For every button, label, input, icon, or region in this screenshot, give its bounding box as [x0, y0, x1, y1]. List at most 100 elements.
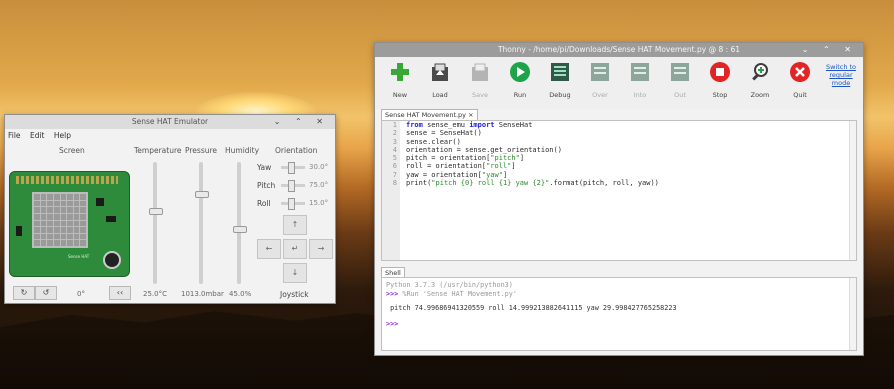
flip-button[interactable]: ‹‹ — [109, 286, 131, 300]
window-controls[interactable]: ⌄ ⌃ ✕ — [274, 115, 329, 129]
shell-panel[interactable]: Python 3.7.3 (/usr/bin/python3) >>> %Run… — [381, 277, 857, 351]
led-pixel[interactable] — [53, 213, 60, 220]
step-into-button[interactable]: Into — [621, 61, 659, 99]
led-pixel[interactable] — [80, 194, 86, 200]
led-pixel[interactable] — [80, 227, 86, 233]
roll-slider[interactable] — [281, 198, 305, 210]
led-pixel[interactable] — [47, 233, 53, 240]
led-pixel[interactable] — [60, 227, 67, 233]
rotate-cw-button[interactable]: ↺ — [35, 286, 57, 300]
joystick-right-button[interactable]: → — [309, 239, 333, 259]
led-pixel[interactable] — [73, 233, 80, 240]
led-pixel[interactable] — [47, 213, 53, 220]
led-pixel[interactable] — [47, 240, 53, 246]
led-pixel[interactable] — [80, 213, 86, 220]
pressure-slider[interactable] — [195, 162, 209, 284]
led-pixel[interactable] — [67, 220, 73, 227]
led-pixel[interactable] — [40, 240, 47, 246]
switch-mode-link[interactable]: Switch to regular mode — [823, 63, 859, 87]
led-pixel[interactable] — [80, 240, 86, 246]
code-line[interactable]: from sense_emu import SenseHat — [406, 121, 659, 129]
led-pixel[interactable] — [73, 213, 80, 220]
pitch-slider[interactable] — [281, 180, 305, 192]
thonny-window[interactable]: Thonny - /home/pi/Downloads/Sense HAT Mo… — [374, 42, 864, 356]
joystick-left-button[interactable]: ← — [257, 239, 281, 259]
code-line[interactable]: pitch = orientation["pitch"] — [406, 154, 659, 162]
humidity-slider[interactable] — [233, 162, 247, 284]
led-pixel[interactable] — [67, 200, 73, 207]
slider-knob[interactable] — [288, 198, 295, 210]
menu-help[interactable]: Help — [54, 131, 71, 140]
code-editor[interactable]: 12345678 from sense_emu import SenseHat s… — [381, 120, 857, 261]
led-pixel[interactable] — [60, 220, 67, 227]
led-pixel[interactable] — [73, 194, 80, 200]
led-pixel[interactable] — [47, 200, 53, 207]
led-pixel[interactable] — [47, 220, 53, 227]
led-pixel[interactable] — [73, 220, 80, 227]
led-pixel[interactable] — [73, 207, 80, 213]
led-pixel[interactable] — [80, 207, 86, 213]
led-pixel[interactable] — [34, 233, 40, 240]
led-pixel[interactable] — [53, 207, 60, 213]
led-pixel[interactable] — [67, 213, 73, 220]
code-line[interactable]: roll = orientation["roll"] — [406, 162, 659, 170]
led-pixel[interactable] — [47, 227, 53, 233]
zoom-button[interactable]: Zoom — [741, 61, 779, 99]
led-pixel[interactable] — [53, 240, 60, 246]
led-pixel[interactable] — [60, 233, 67, 240]
led-pixel[interactable] — [67, 194, 73, 200]
step-over-button[interactable]: Over — [581, 61, 619, 99]
led-pixel[interactable] — [53, 227, 60, 233]
led-pixel[interactable] — [67, 233, 73, 240]
led-pixel[interactable] — [34, 213, 40, 220]
led-pixel[interactable] — [40, 200, 47, 207]
led-pixel[interactable] — [73, 200, 80, 207]
led-pixel[interactable] — [60, 207, 67, 213]
joystick-down-button[interactable]: ↓ — [283, 263, 307, 283]
shell-input-prompt[interactable]: >>> — [386, 320, 398, 328]
led-pixel[interactable] — [53, 194, 60, 200]
code-line[interactable]: orientation = sense.get_orientation() — [406, 146, 659, 154]
quit-button[interactable]: Quit — [781, 61, 819, 99]
step-out-button[interactable]: Out — [661, 61, 699, 99]
led-pixel[interactable] — [47, 207, 53, 213]
led-pixel[interactable] — [40, 220, 47, 227]
led-pixel[interactable] — [73, 240, 80, 246]
led-pixel[interactable] — [60, 213, 67, 220]
led-pixel[interactable] — [60, 200, 67, 207]
led-pixel[interactable] — [80, 220, 86, 227]
led-pixel[interactable] — [67, 207, 73, 213]
sense-titlebar[interactable]: Sense HAT Emulator ⌄ ⌃ ✕ — [5, 115, 335, 129]
slider-knob[interactable] — [233, 226, 247, 233]
led-pixel[interactable] — [40, 194, 47, 200]
slider-knob[interactable] — [288, 162, 295, 174]
led-pixel[interactable] — [67, 227, 73, 233]
slider-knob[interactable] — [195, 191, 209, 198]
led-pixel[interactable] — [47, 194, 53, 200]
load-button[interactable]: Load — [421, 61, 459, 99]
led-pixel[interactable] — [34, 227, 40, 233]
slider-knob[interactable] — [288, 180, 295, 192]
led-pixel[interactable] — [80, 233, 86, 240]
code-line[interactable]: yaw = orientation["yaw"] — [406, 171, 659, 179]
led-pixel[interactable] — [40, 233, 47, 240]
run-button[interactable]: Run — [501, 61, 539, 99]
led-pixel[interactable] — [34, 240, 40, 246]
led-pixel[interactable] — [34, 194, 40, 200]
led-pixel[interactable] — [40, 207, 47, 213]
temperature-slider[interactable] — [149, 162, 163, 284]
led-pixel[interactable] — [40, 227, 47, 233]
code-line[interactable]: sense = SenseHat() — [406, 129, 659, 137]
joystick-enter-button[interactable]: ↵ — [283, 239, 307, 259]
led-pixel[interactable] — [34, 207, 40, 213]
shell-scrollbar[interactable] — [849, 278, 856, 350]
slider-knob[interactable] — [149, 208, 163, 215]
rotate-ccw-button[interactable]: ↻ — [13, 286, 35, 300]
save-button[interactable]: Save — [461, 61, 499, 99]
led-pixel[interactable] — [53, 200, 60, 207]
menu-edit[interactable]: Edit — [30, 131, 45, 140]
menu-file[interactable]: File — [8, 131, 21, 140]
led-pixel[interactable] — [40, 213, 47, 220]
led-pixel[interactable] — [73, 227, 80, 233]
thonny-titlebar[interactable]: Thonny - /home/pi/Downloads/Sense HAT Mo… — [375, 43, 863, 57]
